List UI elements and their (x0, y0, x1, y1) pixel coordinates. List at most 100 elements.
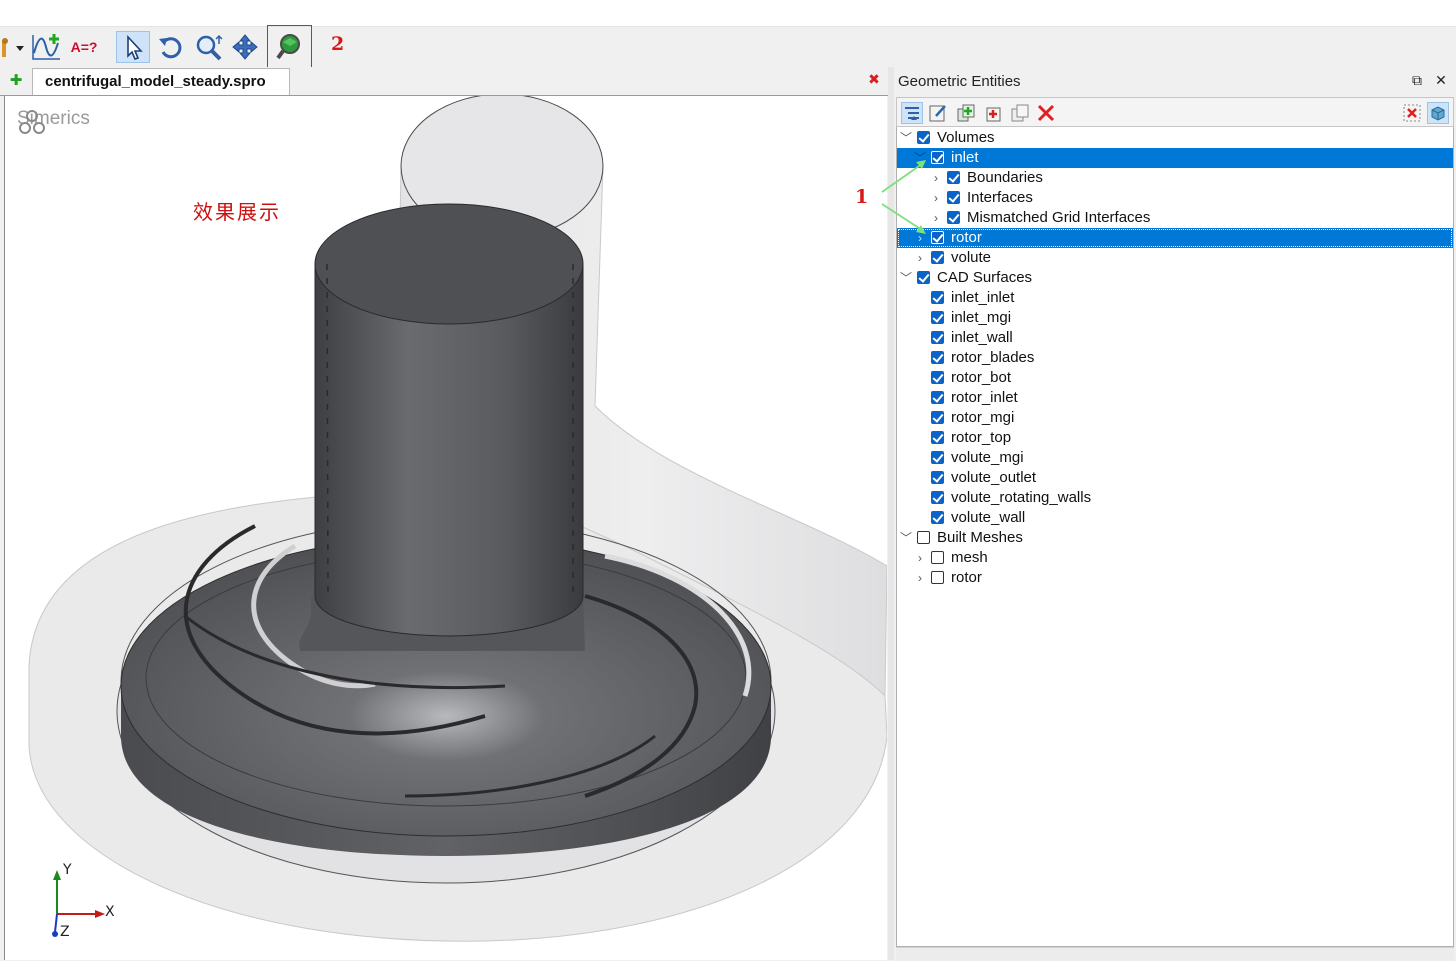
surface-checkbox[interactable] (931, 411, 944, 424)
tree-label: Boundaries (967, 169, 1043, 186)
tree-label: volute_rotating_walls (951, 489, 1092, 506)
add-entity-button[interactable] (955, 102, 977, 124)
chevron-right-icon[interactable]: › (913, 550, 927, 566)
tree-node-rotor[interactable]: › rotor (897, 228, 1453, 248)
entity-tree: ﹀ Volumes ﹀ inlet › Boundaries › Interfa… (896, 127, 1454, 947)
tree-node-cad-surfaces[interactable]: ﹀ CAD Surfaces (897, 268, 1453, 288)
tree-view-button[interactable] (901, 102, 923, 124)
tree-node-interfaces[interactable]: › Interfaces (897, 188, 1453, 208)
chevron-right-icon[interactable]: › (913, 570, 927, 586)
tree-node-cad-surface[interactable]: rotor_top (897, 428, 1453, 448)
tree-label: rotor_inlet (951, 389, 1018, 406)
simerics-logo-icon (19, 110, 45, 134)
surface-checkbox[interactable] (931, 391, 944, 404)
tree-label: Volumes (937, 129, 995, 146)
surface-checkbox[interactable] (931, 451, 944, 464)
3d-viewport[interactable]: Y X Z Simerics 效果展示 (4, 96, 887, 960)
copy-entity-button[interactable] (1009, 102, 1031, 124)
mesh-rotor-checkbox[interactable] (931, 571, 944, 584)
tree-node-mesh[interactable]: › mesh (897, 548, 1453, 568)
tree-label: Interfaces (967, 189, 1033, 206)
tree-node-cad-surface[interactable]: inlet_mgi (897, 308, 1453, 328)
volute-checkbox[interactable] (931, 251, 944, 264)
close-panel-icon[interactable]: ✕ (1432, 72, 1450, 90)
add-item-button[interactable] (983, 102, 1005, 124)
tree-node-cad-surface[interactable]: rotor_bot (897, 368, 1453, 388)
document-area: ✚ centrifugal_model_steady.spro ✖ Y X Z … (0, 67, 888, 960)
rotate-tool-button[interactable] (154, 31, 188, 63)
rotate-icon (159, 37, 182, 59)
panel-toolbar (896, 97, 1454, 127)
clear-selection-button[interactable] (1401, 102, 1423, 124)
zoom-icon (196, 34, 223, 61)
pan-tool-button[interactable] (228, 31, 262, 63)
tree-node-inlet[interactable]: ﹀ inlet (897, 148, 1453, 168)
add-plot-button[interactable] (30, 31, 64, 63)
delete-entity-button[interactable] (1035, 102, 1057, 124)
float-panel-icon[interactable]: ⧉ (1408, 72, 1426, 90)
surface-checkbox[interactable] (931, 511, 944, 524)
model-render (28, 96, 887, 942)
tree-label: rotor (951, 569, 982, 586)
tree-label: rotor_bot (951, 369, 1012, 386)
show-3d-button[interactable] (1427, 102, 1449, 124)
new-tab-icon[interactable]: ✚ (8, 72, 24, 88)
tree-label: inlet_wall (951, 329, 1013, 346)
tree-node-cad-surface[interactable]: volute_wall (897, 508, 1453, 528)
tree-node-mesh-rotor[interactable]: › rotor (897, 568, 1453, 588)
surface-checkbox[interactable] (931, 431, 944, 444)
tab-centrifugal-model[interactable]: centrifugal_model_steady.spro (32, 68, 290, 95)
tree-node-built-meshes[interactable]: ﹀ Built Meshes (897, 528, 1453, 548)
surface-checkbox[interactable] (931, 331, 944, 344)
chevron-down-icon[interactable]: ﹀ (899, 270, 913, 286)
surface-checkbox[interactable] (931, 491, 944, 504)
cad-surfaces-checkbox[interactable] (917, 271, 930, 284)
tree-node-cad-surface[interactable]: rotor_inlet (897, 388, 1453, 408)
tree-node-boundaries[interactable]: › Boundaries (897, 168, 1453, 188)
mesh-checkbox[interactable] (931, 551, 944, 564)
tree-node-cad-surface[interactable]: rotor_mgi (897, 408, 1453, 428)
surface-checkbox[interactable] (931, 291, 944, 304)
geometric-entities-panel: Geometric Entities ⧉ ✕ ﹀ Volumes ﹀ inlet… (894, 67, 1456, 961)
zoom-tool-button[interactable] (192, 31, 226, 63)
tree-node-cad-surface[interactable]: volute_mgi (897, 448, 1453, 468)
tree-node-volute[interactable]: › volute (897, 248, 1453, 268)
edit-entity-button[interactable] (927, 102, 949, 124)
tree-label: volute_mgi (951, 449, 1024, 466)
tree-node-cad-surface[interactable]: rotor_blades (897, 348, 1453, 368)
volumes-checkbox[interactable] (917, 131, 930, 144)
tree-node-cad-surface[interactable]: inlet_inlet (897, 288, 1453, 308)
tree-node-cad-surface[interactable]: volute_outlet (897, 468, 1453, 488)
tree-label: Built Meshes (937, 529, 1023, 546)
tree-label: CAD Surfaces (937, 269, 1033, 286)
axis-x-label: X (105, 904, 115, 920)
edit-icon (929, 105, 946, 122)
annotation-number-1: 1 (855, 186, 869, 208)
close-tab-icon[interactable]: ✖ (866, 71, 882, 89)
horizontal-scrollbar[interactable] (896, 947, 1454, 961)
chevron-down-icon[interactable]: ﹀ (899, 530, 913, 546)
select-tool-button[interactable] (116, 31, 150, 63)
panel-title: Geometric Entities (898, 73, 1021, 90)
chevron-down-icon[interactable]: ﹀ (899, 130, 913, 146)
tree-node-cad-surface[interactable]: inlet_wall (897, 328, 1453, 348)
model-dropdown-button[interactable] (0, 31, 28, 63)
tree-node-mismatched-grid-interfaces[interactable]: › Mismatched Grid Interfaces (897, 208, 1453, 228)
expression-button[interactable]: A=? (66, 31, 102, 63)
surface-checkbox[interactable] (931, 351, 944, 364)
built-meshes-checkbox[interactable] (917, 531, 930, 544)
list-tree-icon (905, 107, 919, 120)
annotation-arrows (881, 160, 926, 234)
tree-label: inlet_mgi (951, 309, 1012, 326)
main-toolbar: A=? 2 (0, 25, 1456, 69)
tree-label: rotor_top (951, 429, 1012, 446)
tree-node-volumes[interactable]: ﹀ Volumes (897, 128, 1453, 148)
chevron-right-icon[interactable]: › (913, 250, 927, 266)
cursor-icon (127, 34, 143, 60)
surface-checkbox[interactable] (931, 471, 944, 484)
tree-label: volute_outlet (951, 469, 1037, 486)
surface-checkbox[interactable] (931, 311, 944, 324)
surface-checkbox[interactable] (931, 371, 944, 384)
tree-label: Mismatched Grid Interfaces (967, 209, 1151, 226)
tree-node-cad-surface[interactable]: volute_rotating_walls (897, 488, 1453, 508)
